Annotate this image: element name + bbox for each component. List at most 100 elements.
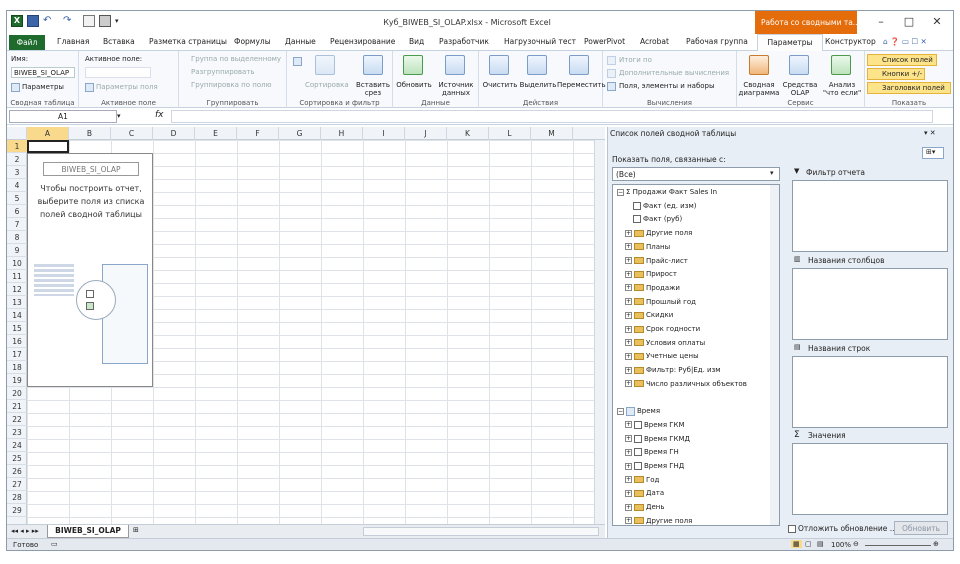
column-header[interactable]: D: [153, 127, 195, 140]
tab-acrobat[interactable]: Acrobat: [640, 37, 669, 46]
field-checkbox[interactable]: [633, 201, 641, 210]
select-all-corner[interactable]: [7, 127, 27, 140]
active-field-input[interactable]: [85, 67, 151, 78]
row-header[interactable]: 2: [7, 153, 27, 166]
row-header[interactable]: 13: [7, 296, 27, 309]
pivot-chart-button[interactable]: Сводная диаграмма: [737, 81, 781, 97]
print-icon[interactable]: [99, 15, 111, 27]
row-header[interactable]: 14: [7, 309, 27, 322]
field-list-item[interactable]: + Прайс-лист: [625, 255, 688, 267]
view-pagebreak-icon[interactable]: ▤: [817, 540, 824, 548]
group-field-button[interactable]: Группировка по полю: [191, 81, 271, 89]
sort-button[interactable]: Сортировка: [305, 81, 349, 89]
row-header[interactable]: 4: [7, 179, 27, 192]
tab-file[interactable]: Файл: [9, 35, 45, 50]
tab-home[interactable]: Главная: [57, 37, 89, 46]
collapse-icon[interactable]: −: [617, 407, 624, 415]
row-header[interactable]: 10: [7, 257, 27, 270]
horizontal-scrollbar[interactable]: [363, 527, 599, 536]
area-rows[interactable]: [792, 356, 948, 428]
tab-page-layout[interactable]: Разметка страницы: [149, 37, 227, 46]
sheet-nav-icon[interactable]: ◂◂ ◂ ▸ ▸▸: [11, 527, 39, 535]
row-header[interactable]: 12: [7, 283, 27, 296]
vertical-scrollbar[interactable]: [594, 140, 605, 524]
row-header[interactable]: 29: [7, 504, 27, 517]
expand-icon[interactable]: +: [625, 462, 632, 470]
column-header[interactable]: I: [363, 127, 405, 140]
column-header[interactable]: A: [27, 127, 69, 140]
column-header[interactable]: B: [69, 127, 111, 140]
field-list-item[interactable]: + Фильтр: Руб|Ед. изм: [625, 364, 721, 376]
field-list-item[interactable]: Факт (ед. изм): [633, 200, 696, 212]
row-header[interactable]: 9: [7, 244, 27, 257]
ungroup-button[interactable]: Разгруппировать: [191, 68, 255, 76]
tab-powerpivot[interactable]: PowerPivot: [584, 37, 625, 46]
insert-slicer-button[interactable]: Вставить срез: [353, 81, 393, 97]
row-header[interactable]: 27: [7, 478, 27, 491]
row-header[interactable]: 17: [7, 348, 27, 361]
field-headers-toggle[interactable]: Заголовки полей: [867, 82, 951, 94]
row-header[interactable]: 3: [7, 166, 27, 179]
row-header[interactable]: 7: [7, 218, 27, 231]
field-checkbox[interactable]: [634, 434, 642, 443]
field-checkbox[interactable]: [634, 420, 642, 429]
column-header[interactable]: L: [489, 127, 531, 140]
expand-icon[interactable]: +: [625, 489, 632, 497]
field-list-item[interactable]: + Условия оплаты: [625, 337, 705, 349]
insert-sheet-icon[interactable]: ⊞: [133, 526, 139, 534]
field-list-item[interactable]: − Время: [617, 405, 660, 417]
field-list-item[interactable]: + Другие поля: [625, 515, 692, 525]
dropdown-arrow-icon[interactable]: ▾: [770, 169, 774, 177]
expand-icon[interactable]: +: [625, 503, 632, 511]
summarize-by-button[interactable]: Итоги по: [619, 56, 652, 64]
expand-icon[interactable]: +: [625, 448, 632, 456]
area-values[interactable]: [792, 443, 948, 515]
field-list-item[interactable]: + Скидки: [625, 309, 673, 321]
field-list-item[interactable]: + Год: [625, 474, 659, 486]
field-list-item[interactable]: Факт (руб): [633, 213, 682, 225]
column-header[interactable]: F: [237, 127, 279, 140]
column-header[interactable]: K: [447, 127, 489, 140]
pivot-name-input[interactable]: BIWEB_SI_OLAP: [11, 67, 75, 78]
column-header[interactable]: J: [405, 127, 447, 140]
row-header[interactable]: 8: [7, 231, 27, 244]
tab-formulas[interactable]: Формулы: [234, 37, 271, 46]
select-button[interactable]: Выделить: [519, 81, 557, 89]
expand-icon[interactable]: +: [625, 243, 632, 251]
tab-workgroup[interactable]: Рабочая группа: [686, 37, 748, 46]
row-header[interactable]: 23: [7, 426, 27, 439]
expand-icon[interactable]: +: [625, 476, 632, 484]
field-list-item[interactable]: + Прошлый год: [625, 296, 696, 308]
buttons-toggle[interactable]: Кнопки +/-: [867, 68, 925, 80]
row-header[interactable]: 28: [7, 491, 27, 504]
formula-input[interactable]: [171, 110, 933, 123]
change-source-button[interactable]: Источник данных: [435, 81, 477, 97]
expand-icon[interactable]: +: [625, 270, 632, 278]
tab-view[interactable]: Вид: [409, 37, 424, 46]
column-header[interactable]: G: [279, 127, 321, 140]
row-header[interactable]: 11: [7, 270, 27, 283]
defer-checkbox-box[interactable]: [788, 525, 796, 533]
zoom-slider[interactable]: [865, 545, 931, 546]
field-list-item[interactable]: + Срок годности: [625, 323, 700, 335]
help-icon[interactable]: ⌂ ❓ ▭ ☐ ✕: [883, 37, 927, 46]
field-checkbox[interactable]: [634, 462, 642, 470]
maximize-icon[interactable]: □: [901, 15, 917, 29]
print-preview-icon[interactable]: [83, 15, 95, 27]
view-layout-icon[interactable]: ▢: [805, 540, 812, 548]
row-header[interactable]: 15: [7, 322, 27, 335]
zoom-level[interactable]: 100%: [831, 541, 851, 549]
expand-icon[interactable]: +: [625, 380, 632, 388]
row-header[interactable]: 20: [7, 387, 27, 400]
fields-items-sets-button[interactable]: Поля, элементы и наборы: [619, 82, 715, 90]
sort-az-icon[interactable]: [293, 57, 302, 66]
row-header[interactable]: 22: [7, 413, 27, 426]
name-box[interactable]: A1: [9, 110, 117, 123]
expand-icon[interactable]: +: [625, 339, 632, 347]
macro-record-icon[interactable]: ▭: [51, 540, 58, 548]
column-header[interactable]: C: [111, 127, 153, 140]
expand-icon[interactable]: +: [625, 311, 632, 319]
tab-parameters[interactable]: Параметры: [757, 34, 823, 52]
minimize-icon[interactable]: –: [873, 15, 889, 29]
tab-developer[interactable]: Разработчик: [439, 37, 489, 46]
